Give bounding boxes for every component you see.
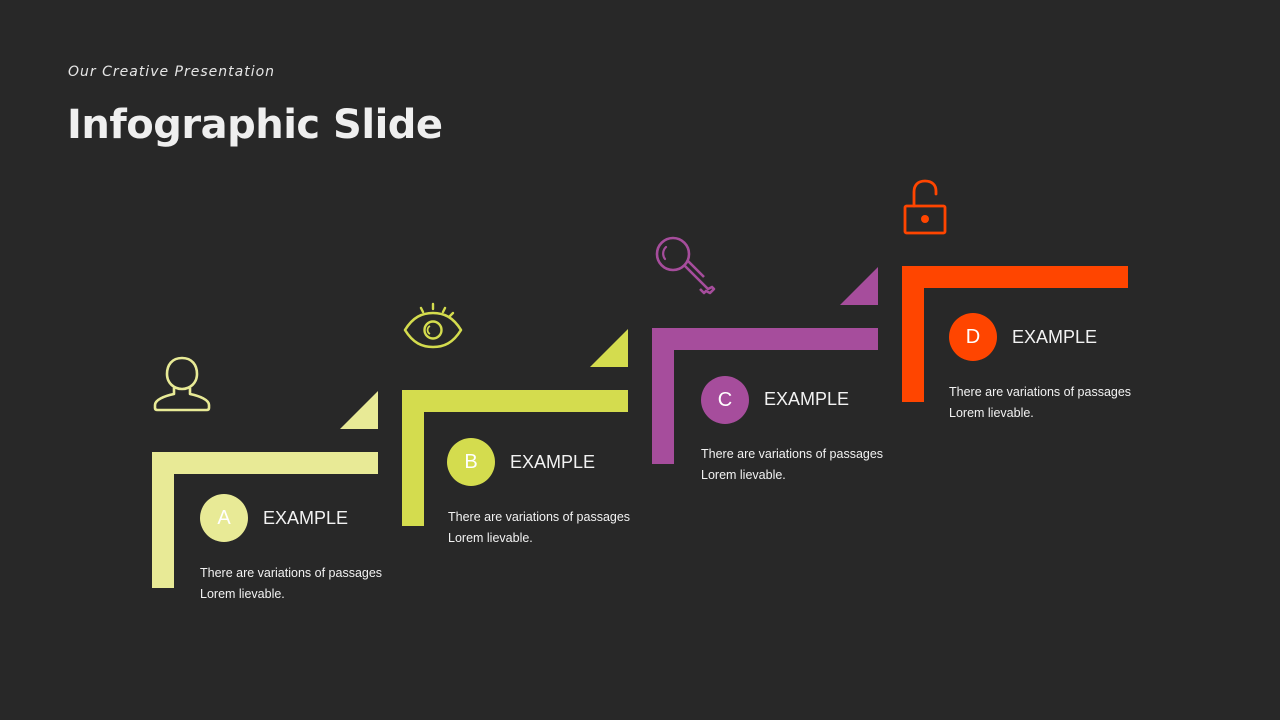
step-b-title: EXAMPLE — [510, 452, 596, 472]
slide-subtitle: Our Creative Presentation — [68, 64, 276, 80]
step-d-letter-badge: D — [949, 313, 997, 361]
step-b-desc-line-2: Lorem lievable. — [448, 531, 533, 545]
step-a-bar-horizontal — [152, 452, 378, 474]
step-c-title: EXAMPLE — [764, 389, 850, 409]
slide-title: Infographic Slide — [67, 102, 443, 148]
step-a-description: There are variations of passages Lorem l… — [200, 563, 400, 605]
step-b-bar-vertical — [402, 390, 424, 526]
step-a-bar-vertical — [152, 452, 174, 588]
step-c-corner-triangle — [840, 267, 878, 305]
step-d-title: EXAMPLE — [1012, 327, 1098, 347]
key-icon — [655, 236, 716, 295]
step-b-corner-triangle — [590, 329, 628, 367]
step-b-desc-line-1: There are variations of passages — [448, 510, 631, 524]
eye-icon — [403, 302, 463, 349]
step-d-bar-vertical — [902, 266, 924, 402]
slide: Our Creative Presentation Infographic Sl… — [0, 0, 1280, 720]
step-c-desc-line-1: There are variations of passages — [701, 447, 884, 461]
step-d-desc-line-2: Lorem lievable. — [949, 406, 1034, 420]
step-b-letter-badge: B — [447, 438, 495, 486]
step-c-desc-line-2: Lorem lievable. — [701, 468, 786, 482]
step-c-letter-badge: C — [701, 376, 749, 424]
step-c-bar-vertical — [652, 328, 674, 464]
step-d-desc-line-1: There are variations of passages — [949, 385, 1132, 399]
user-icon — [153, 356, 211, 412]
step-b-bar-horizontal — [402, 390, 628, 412]
step-a-desc-line-1: There are variations of passages — [200, 566, 383, 580]
step-c-description: There are variations of passages Lorem l… — [701, 444, 901, 486]
step-c-bar-horizontal — [652, 328, 878, 350]
step-d-bar-horizontal — [902, 266, 1128, 288]
step-a-desc-line-2: Lorem lievable. — [200, 587, 285, 601]
unlock-icon — [903, 179, 947, 235]
step-b-description: There are variations of passages Lorem l… — [448, 507, 648, 549]
step-d-description: There are variations of passages Lorem l… — [949, 382, 1149, 424]
step-a-letter-badge: A — [200, 494, 248, 542]
step-a-title: EXAMPLE — [263, 508, 349, 528]
step-a-corner-triangle — [340, 391, 378, 429]
